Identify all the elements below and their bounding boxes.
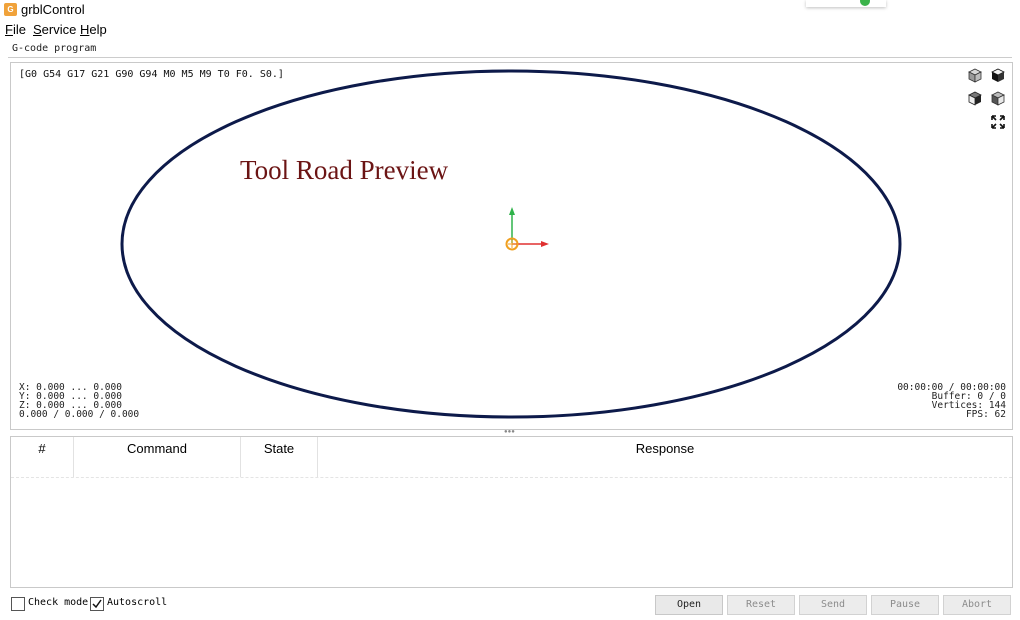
front-view-icon[interactable] [966,90,984,108]
window-title: grblControl [21,2,85,17]
open-button[interactable]: Open [655,595,723,615]
splitter-grip-icon: ●●● [504,429,515,435]
abort-button[interactable]: Abort [943,595,1011,615]
header-separator [11,477,1012,479]
viewer-stats: 00:00:00 / 00:00:00 Buffer: 0 / 0 Vertic… [897,383,1006,420]
gcode-viewer[interactable]: [G0 G54 G17 G21 G90 G94 M0 M5 M9 T0 F0. … [10,62,1013,430]
menu-bar: File Service Help [0,21,1020,39]
x-axis-arrow-icon [541,241,549,247]
menu-help[interactable]: Help [80,22,107,37]
check-mode-checkbox[interactable] [11,597,25,611]
autoscroll-label[interactable]: Autoscroll [107,597,167,608]
check-mode-label[interactable]: Check mode [28,597,88,608]
column-header-state[interactable]: State [241,437,318,477]
xyz-position: 0.000 / 0.000 / 0.000 [19,409,140,420]
left-view-icon[interactable] [989,90,1007,108]
fps-counter: FPS: 62 [965,409,1006,420]
column-header-number[interactable]: # [11,437,74,477]
command-console-table[interactable]: # Command State Response [10,436,1013,588]
title-bar: G grblControl [0,0,1020,22]
autoscroll-checkbox[interactable] [90,597,104,611]
notification-popup [806,0,886,7]
top-view-icon[interactable] [989,67,1007,85]
tool-road-preview-label: Tool Road Preview [240,155,449,185]
column-header-command[interactable]: Command [74,437,241,477]
pause-button[interactable]: Pause [871,595,939,615]
splitter-handle[interactable]: ●●● [10,429,1011,435]
footer-bar: Check mode Autoscroll Open Reset Send Pa… [0,594,1020,616]
gcode-program-groupbox-title: G-code program [12,43,97,54]
reset-button[interactable]: Reset [727,595,795,615]
toolpath-canvas [120,69,902,419]
isometric-view-icon[interactable] [966,67,984,85]
menu-service[interactable]: Service [33,22,76,37]
app-icon: G [4,3,17,16]
status-dot-icon [860,0,870,6]
send-button[interactable]: Send [799,595,867,615]
groupbox-divider [8,57,1012,58]
coordinate-readout: X: 0.000 ... 0.000 Y: 0.000 ... 0.000 Z:… [19,383,140,420]
column-header-response[interactable]: Response [318,437,1012,477]
fit-view-icon[interactable] [989,113,1007,131]
checkmark-icon [92,599,102,609]
menu-file[interactable]: File [5,22,26,37]
y-axis-arrow-icon [509,207,515,215]
